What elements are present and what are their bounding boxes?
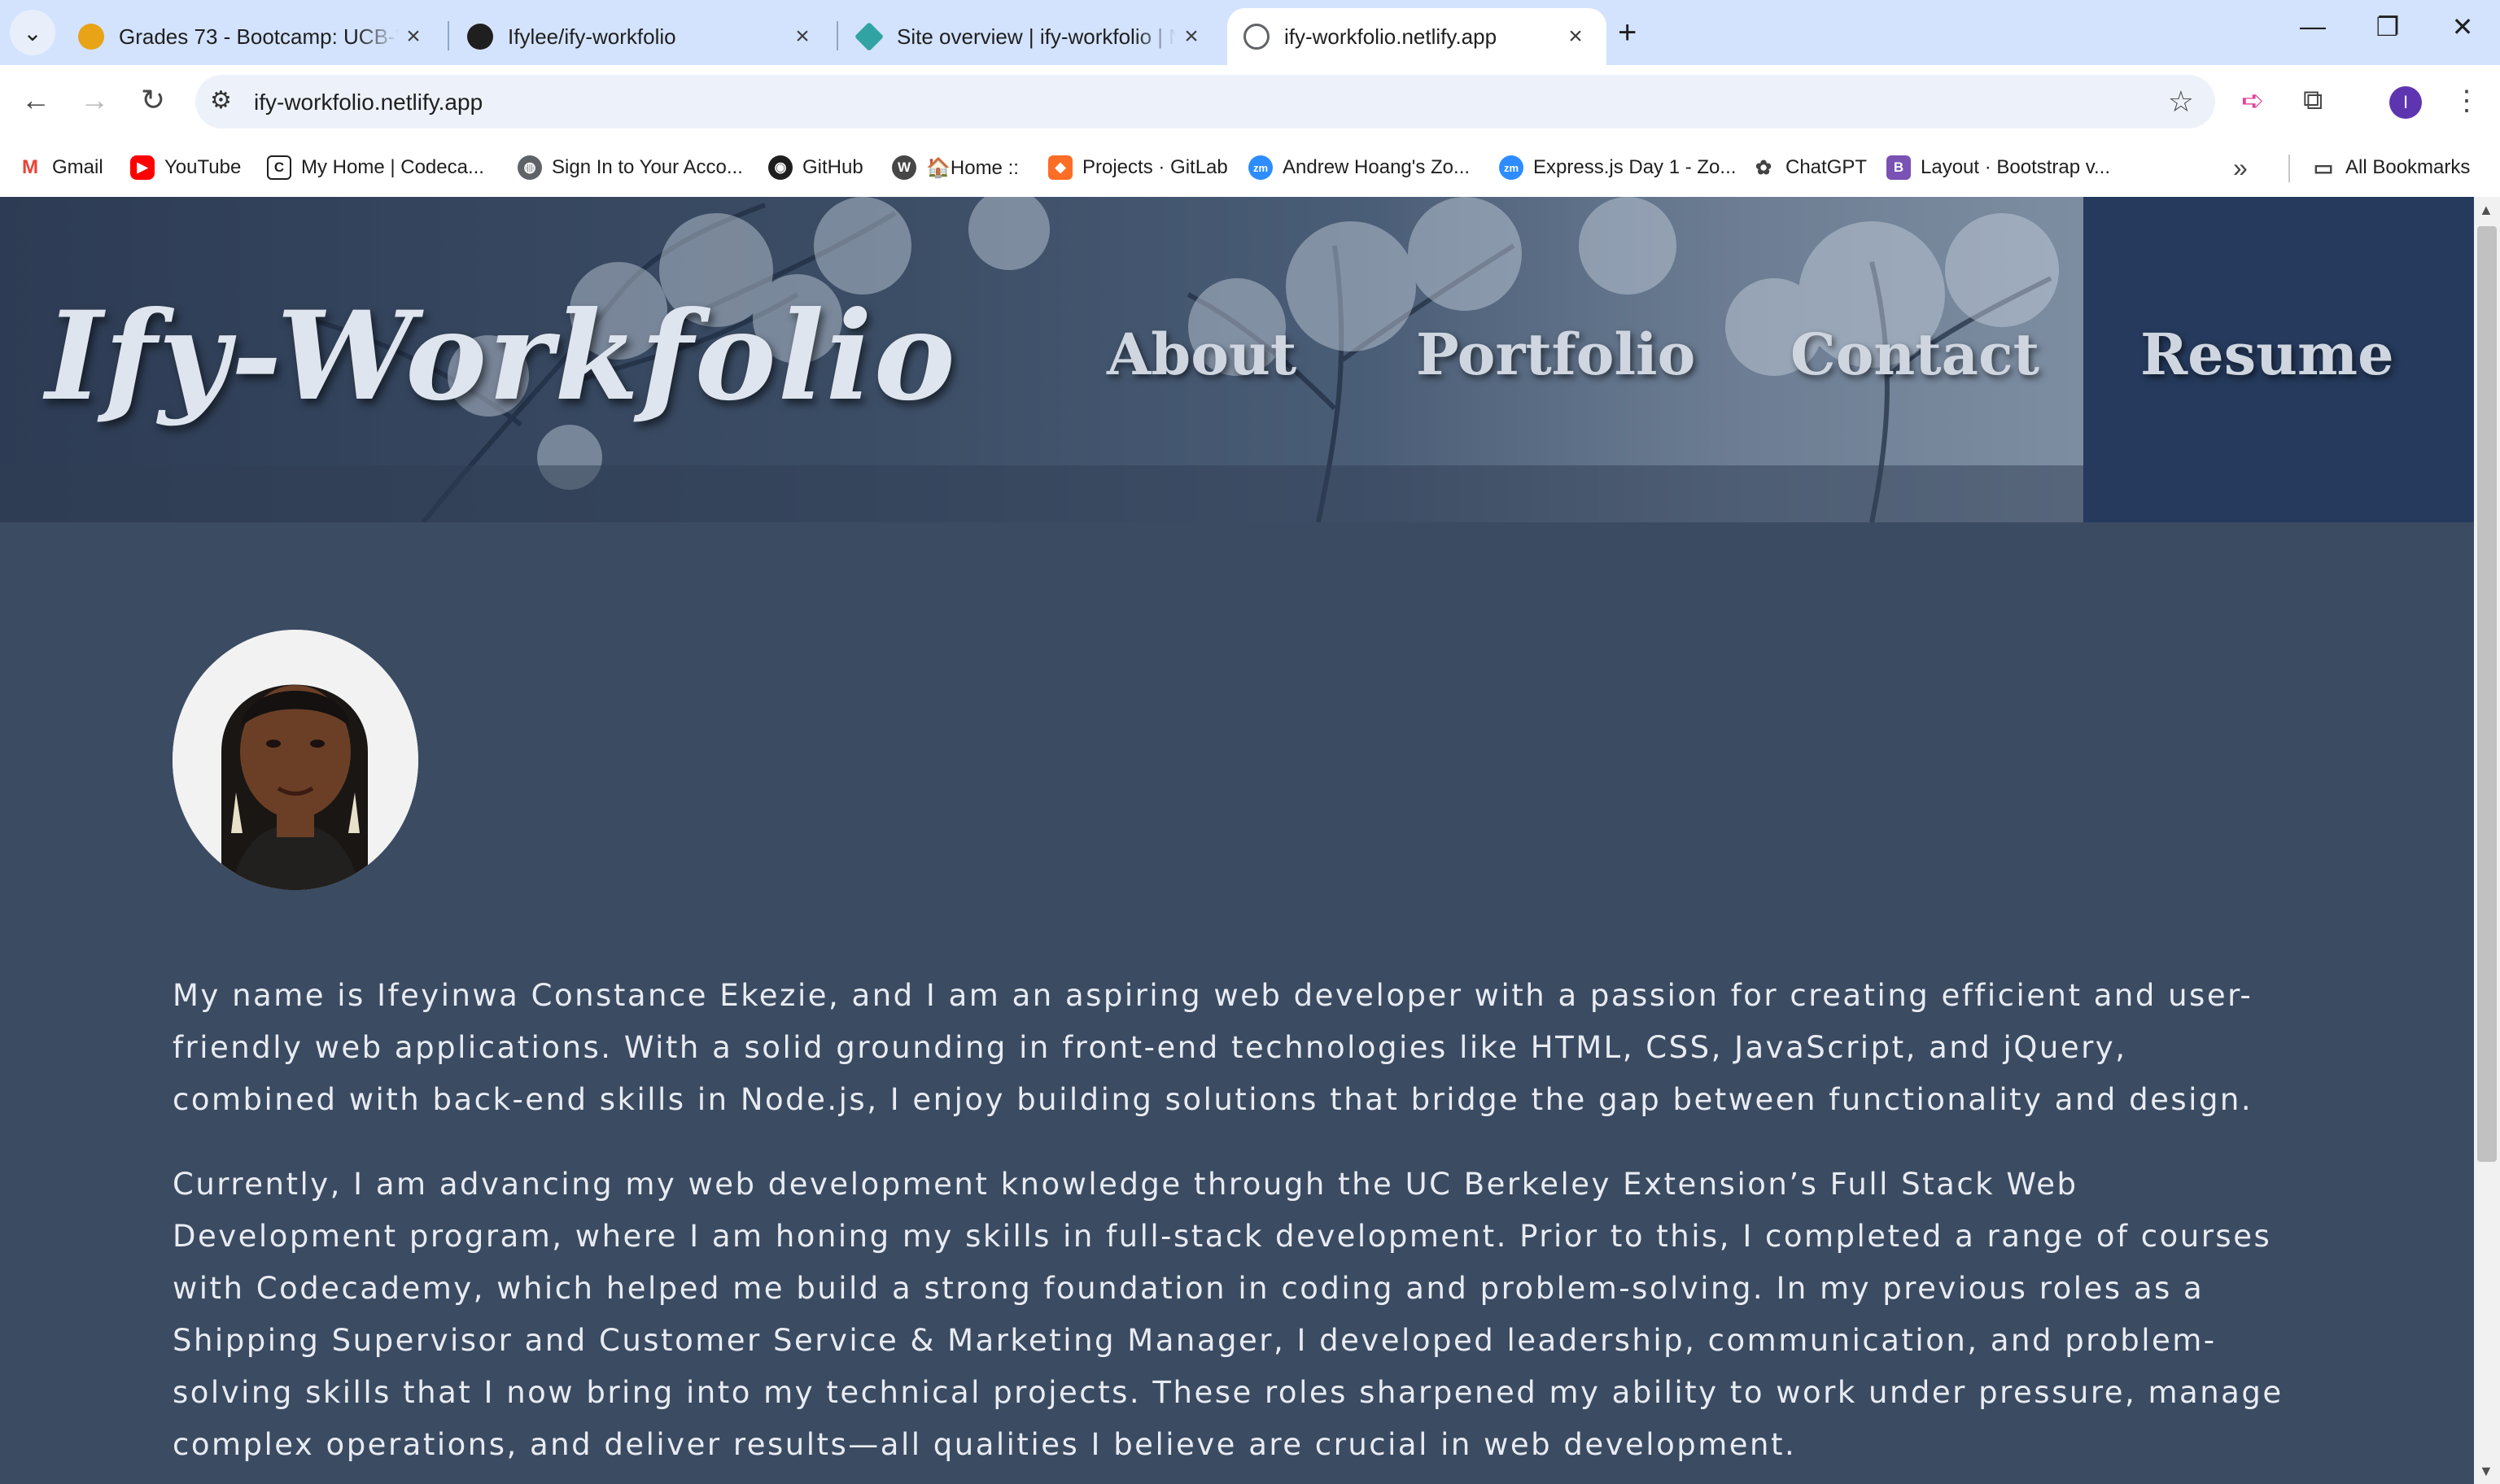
wordpress-icon: W — [892, 155, 916, 180]
nav-contact[interactable]: Contact — [1790, 321, 2039, 388]
folder-icon: ▭ — [2311, 155, 2336, 180]
bookmark-zoom-express[interactable]: zm Express.js Day 1 - Zo... — [1499, 150, 1736, 186]
canvas-icon — [78, 24, 104, 50]
more-bookmarks-icon[interactable]: » — [2233, 153, 2248, 183]
forward-icon[interactable]: → — [75, 83, 114, 117]
zoom-icon: zm — [1499, 155, 1523, 180]
tab-title: ify-workfolio.netlify.app — [1284, 24, 1497, 49]
close-icon[interactable]: × — [399, 23, 428, 50]
nav-about[interactable]: About — [1107, 321, 1296, 388]
bio-paragraph-1: My name is Ifeyinwa Constance Ekezie, an… — [173, 978, 2253, 1117]
tab-grades[interactable]: Grades 73 - Bootcamp: UCB-VIRT × — [62, 8, 444, 65]
tab-netlify[interactable]: Site overview | ify-workfolio | Netlify … — [840, 8, 1222, 65]
zoom-icon: zm — [1248, 155, 1273, 180]
github-icon — [467, 24, 493, 50]
bio-paragraph-2: Currently, I am advancing my web develop… — [173, 1167, 2284, 1462]
youtube-icon: ▶ — [130, 155, 155, 180]
browser-toolbar: ← → ↻ ⚙ ify-workfolio.netlify.app ☆ ➪ ⧉ … — [0, 65, 2500, 138]
bookmark-chatgpt[interactable]: ✿ ChatGPT — [1751, 150, 1867, 186]
site-settings-icon[interactable]: ⚙ — [210, 86, 232, 115]
scroll-down-icon[interactable]: ▼ — [2479, 1463, 2493, 1480]
tab-github-repo[interactable]: Ifylee/ify-workfolio × — [451, 8, 833, 65]
bookmark-label: GitHub — [802, 156, 863, 178]
nav-resume[interactable]: Resume — [2140, 321, 2394, 388]
hero-header: Ify-Workfolio About Portfolio Contact Re… — [0, 197, 2474, 522]
gmail-icon: M — [18, 155, 42, 180]
tab-title: Ifylee/ify-workfolio — [508, 24, 676, 49]
close-icon[interactable]: × — [788, 23, 817, 50]
bootstrap-icon: B — [1886, 155, 1911, 180]
reload-icon[interactable]: ↻ — [133, 83, 173, 117]
bookmark-label: ChatGPT — [1785, 156, 1868, 178]
bookmark-gmail[interactable]: M Gmail — [18, 150, 103, 186]
minimize-icon[interactable]: — — [2288, 11, 2337, 41]
close-icon[interactable]: × — [1561, 23, 1590, 50]
address-bar[interactable]: ⚙ ify-workfolio.netlify.app ☆ — [195, 75, 2215, 129]
bookmark-label: YouTube — [164, 156, 242, 178]
codecademy-icon: C — [267, 155, 291, 180]
bookmark-codecademy[interactable]: C My Home | Codeca... — [267, 150, 484, 186]
globe-icon: ◍ — [518, 155, 542, 180]
bookmark-label: Andrew Hoang's Zo... — [1283, 156, 1471, 178]
bookmark-bootstrap[interactable]: B Layout · Bootstrap v... — [1886, 150, 2110, 186]
menu-kebab-icon[interactable]: ⋮ — [2453, 85, 2480, 117]
new-tab-button[interactable]: + — [1618, 15, 1637, 51]
gitlab-icon: ◆ — [1048, 155, 1073, 180]
extensions-icon[interactable]: ⧉ — [2303, 85, 2323, 116]
bookmark-star-icon[interactable]: ☆ — [2168, 85, 2194, 119]
back-icon[interactable]: ← — [16, 83, 55, 117]
web-page: Ify-Workfolio About Portfolio Contact Re… — [0, 197, 2474, 1484]
page-scrollbar[interactable]: ▲ ▼ — [2474, 197, 2500, 1484]
bookmark-label: Layout · Bootstrap v... — [1921, 156, 2111, 178]
media-cast-icon[interactable]: ➪ — [2241, 85, 2265, 117]
bookmark-zoom-andrew[interactable]: zm Andrew Hoang's Zo... — [1248, 150, 1470, 186]
profile-photo — [173, 630, 418, 890]
bookmarks-bar: M Gmail ▶ YouTube C My Home | Codeca... … — [0, 138, 2500, 198]
bookmark-home[interactable]: W 🏠Home :: — [892, 150, 1019, 186]
bookmark-label: Projects · GitLab — [1082, 156, 1228, 178]
bookmarks-divider — [2288, 155, 2290, 182]
bookmark-label: All Bookmarks — [2345, 156, 2471, 178]
site-title[interactable]: Ify-Workfolio — [46, 285, 957, 428]
close-icon[interactable]: × — [1177, 23, 1206, 50]
bookmark-label: Express.js Day 1 - Zo... — [1533, 156, 1737, 178]
bookmark-github[interactable]: ◉ GitHub — [768, 150, 863, 186]
nav-portfolio[interactable]: Portfolio — [1416, 321, 1695, 388]
bookmark-sign-in[interactable]: ◍ Sign In to Your Acco... — [518, 150, 743, 186]
tab-strip: ⌄ Grades 73 - Bootcamp: UCB-VIRT × Ifyle… — [0, 0, 2500, 65]
tab-separator — [837, 21, 838, 50]
bookmark-label: Gmail — [52, 156, 103, 178]
github-icon: ◉ — [768, 155, 793, 180]
tab-title: Grades 73 - Bootcamp: UCB-VIRT — [119, 24, 399, 49]
url-text[interactable]: ify-workfolio.netlify.app — [254, 89, 483, 116]
tab-separator — [448, 21, 449, 50]
netlify-icon — [854, 21, 885, 52]
bookmark-label: 🏠Home :: — [926, 156, 1019, 179]
all-bookmarks-button[interactable]: ▭ All Bookmarks — [2311, 150, 2470, 186]
bookmark-label: My Home | Codeca... — [301, 156, 484, 178]
bookmark-label: Sign In to Your Acco... — [552, 156, 743, 178]
tab-search-button[interactable]: ⌄ — [10, 10, 55, 55]
bookmark-gitlab[interactable]: ◆ Projects · GitLab — [1048, 150, 1228, 186]
chevron-down-icon: ⌄ — [23, 20, 42, 46]
close-window-icon[interactable]: ✕ — [2438, 11, 2487, 42]
tab-title: Site overview | ify-workfolio | Netlify — [897, 24, 1177, 49]
bookmark-youtube[interactable]: ▶ YouTube — [130, 150, 241, 186]
chatgpt-icon: ✿ — [1751, 155, 1776, 180]
globe-icon — [1243, 24, 1270, 50]
scroll-up-icon[interactable]: ▲ — [2479, 202, 2493, 219]
profile-avatar[interactable]: I — [2389, 86, 2422, 119]
scroll-thumb[interactable] — [2477, 226, 2497, 1162]
restore-icon[interactable]: ❐ — [2363, 11, 2412, 42]
tab-workfolio[interactable]: ify-workfolio.netlify.app × — [1227, 8, 1606, 65]
